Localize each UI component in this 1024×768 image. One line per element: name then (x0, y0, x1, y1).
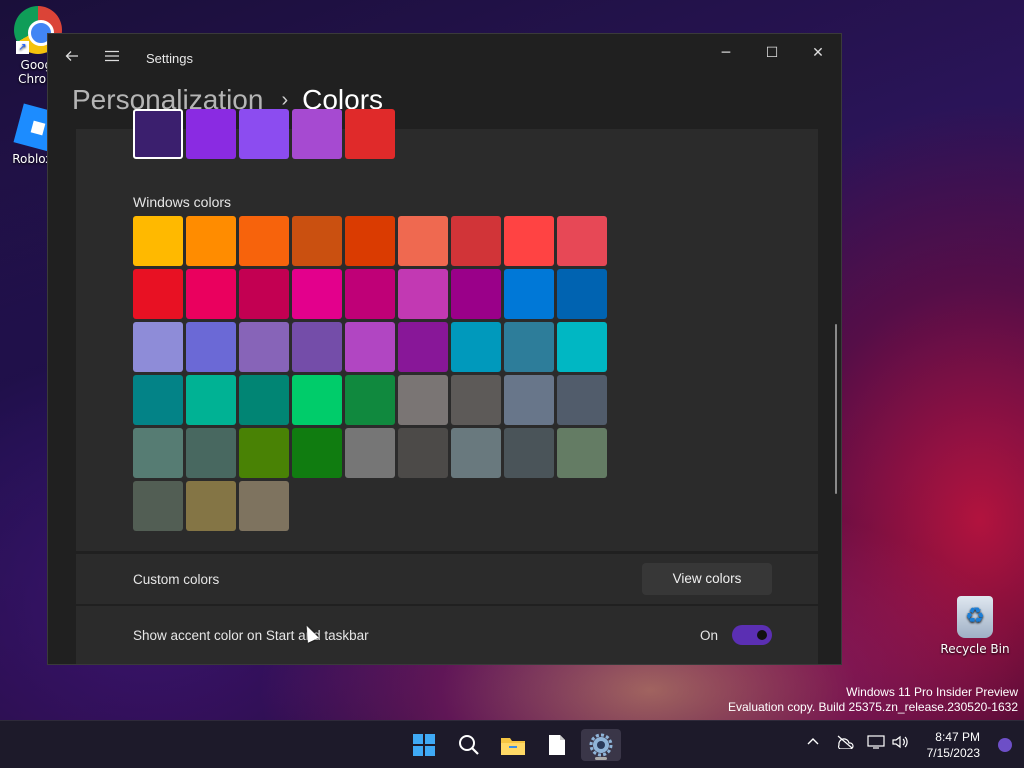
color-swatch[interactable] (186, 375, 236, 425)
toggle-state-label: On (700, 628, 719, 643)
color-swatch[interactable] (557, 269, 607, 319)
color-swatch[interactable] (504, 428, 554, 478)
view-colors-button[interactable]: View colors (642, 563, 772, 595)
color-swatch[interactable] (133, 375, 183, 425)
hamburger-menu-icon[interactable] (96, 44, 128, 72)
windows-start-icon[interactable] (404, 729, 444, 761)
clock-date: 7/15/2023 (926, 746, 980, 760)
color-swatch[interactable] (557, 216, 607, 266)
search-icon[interactable] (449, 729, 489, 761)
color-swatch[interactable] (133, 269, 183, 319)
color-swatch[interactable] (292, 375, 342, 425)
desktop-icon-recycle-bin[interactable]: Recycle Bin (937, 596, 1013, 656)
color-swatch[interactable] (239, 322, 289, 372)
close-button[interactable]: ✕ (795, 39, 841, 67)
color-swatch[interactable] (345, 322, 395, 372)
color-swatch[interactable] (345, 269, 395, 319)
color-swatch[interactable] (239, 375, 289, 425)
accent-taskbar-toggle[interactable] (732, 625, 772, 645)
color-swatch[interactable] (398, 428, 448, 478)
back-arrow-icon[interactable] (56, 44, 88, 72)
taskbar: 8:47 PM 7/15/2023 (0, 720, 1024, 768)
custom-colors-label: Custom colors (133, 572, 220, 587)
color-swatch[interactable] (186, 269, 236, 319)
color-swatch[interactable] (504, 375, 554, 425)
color-swatch[interactable] (133, 322, 183, 372)
accent-taskbar-row: Show accent color on Start and taskbar O… (76, 606, 818, 664)
accent-taskbar-label: Show accent color on Start and taskbar (133, 628, 369, 643)
color-swatch[interactable] (186, 322, 236, 372)
scrollbar[interactable] (835, 324, 837, 494)
maximize-button[interactable]: ☐ (749, 39, 795, 67)
color-picker-panel: Windows colors (76, 109, 818, 551)
file-explorer-icon[interactable] (493, 729, 533, 761)
watermark-line-2: Evaluation copy. Build 25375.zn_release.… (728, 700, 1018, 714)
color-swatch[interactable] (292, 322, 342, 372)
color-swatch[interactable] (504, 216, 554, 266)
notepad-icon[interactable] (537, 729, 577, 761)
color-swatch[interactable] (133, 481, 183, 531)
color-swatch[interactable] (557, 322, 607, 372)
color-swatch[interactable] (239, 216, 289, 266)
network-off-icon[interactable] (836, 735, 854, 753)
color-swatch[interactable] (186, 428, 236, 478)
color-swatch[interactable] (292, 428, 342, 478)
color-swatch[interactable] (239, 428, 289, 478)
custom-colors-row: Custom colors View colors (76, 554, 818, 604)
color-swatch[interactable] (239, 481, 289, 531)
color-swatch[interactable] (133, 428, 183, 478)
taskbar-clock[interactable]: 8:47 PM 7/15/2023 (927, 729, 980, 761)
color-swatch[interactable] (451, 322, 501, 372)
settings-window: Settings ─ ☐ ✕ Personalization › Colors … (47, 33, 842, 665)
color-swatch[interactable] (398, 269, 448, 319)
chevron-up-icon[interactable] (806, 735, 820, 753)
color-swatch[interactable] (504, 322, 554, 372)
color-swatch[interactable] (451, 216, 501, 266)
shortcut-arrow-icon: ↗ (16, 41, 29, 54)
desktop-icon-label: Recycle Bin (940, 642, 1010, 656)
color-swatch[interactable] (186, 481, 236, 531)
clock-time: 8:47 PM (935, 730, 980, 744)
settings-icon[interactable] (581, 729, 621, 761)
toggle-knob (757, 630, 767, 640)
recent-color-swatch[interactable] (239, 109, 289, 159)
color-swatch[interactable] (292, 216, 342, 266)
color-swatch[interactable] (398, 375, 448, 425)
color-swatch[interactable] (504, 269, 554, 319)
recent-color-swatch[interactable] (345, 109, 395, 159)
windows-colors-label: Windows colors (133, 194, 232, 210)
color-swatch[interactable] (345, 375, 395, 425)
color-swatch[interactable] (451, 375, 501, 425)
notification-icon[interactable] (998, 738, 1012, 752)
recent-color-swatch[interactable] (186, 109, 236, 159)
evaluation-watermark: Windows 11 Pro Insider Preview Evaluatio… (728, 685, 1018, 715)
color-swatch[interactable] (186, 216, 236, 266)
recycle-bin-icon (957, 596, 993, 638)
color-swatch[interactable] (292, 269, 342, 319)
color-swatch[interactable] (239, 269, 289, 319)
color-swatch[interactable] (345, 428, 395, 478)
color-swatch[interactable] (557, 428, 607, 478)
recent-color-swatch[interactable] (292, 109, 342, 159)
minimize-button[interactable]: ─ (703, 39, 749, 67)
color-swatch[interactable] (557, 375, 607, 425)
watermark-line-1: Windows 11 Pro Insider Preview (846, 685, 1018, 699)
recent-color-swatch[interactable] (133, 109, 183, 159)
color-swatch[interactable] (398, 216, 448, 266)
title-bar[interactable]: Settings ─ ☐ ✕ (48, 34, 841, 82)
app-title: Settings (146, 51, 193, 66)
color-swatch[interactable] (345, 216, 395, 266)
display-icon[interactable] (867, 735, 885, 753)
color-swatch[interactable] (133, 216, 183, 266)
color-swatch[interactable] (451, 269, 501, 319)
color-swatch[interactable] (451, 428, 501, 478)
volume-icon[interactable] (892, 735, 910, 753)
color-swatch[interactable] (398, 322, 448, 372)
